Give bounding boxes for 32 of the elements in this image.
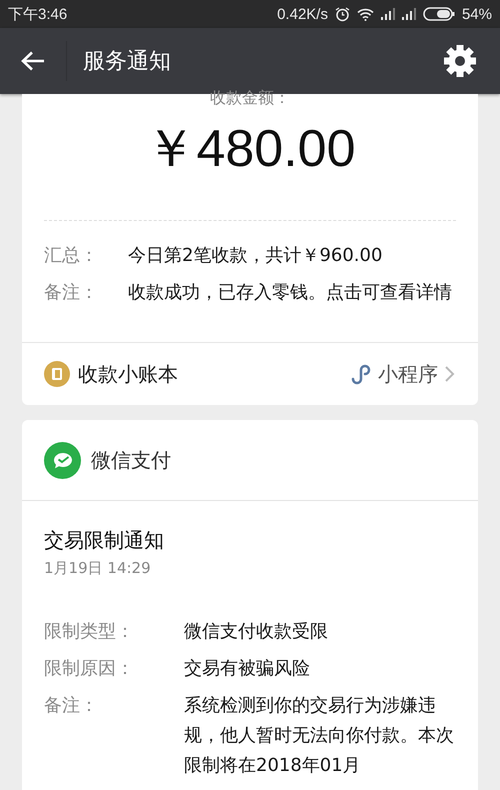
field-label: 备注：	[44, 281, 99, 305]
field-value: 今日第2笔收款，共计￥960.00	[128, 244, 384, 268]
field-value: 交易有被骗风险	[184, 657, 311, 681]
ledger-name: 收款小账本	[78, 360, 179, 388]
amount-label: 收款金额：	[210, 88, 290, 108]
amount: ￥480.00	[144, 119, 356, 180]
mini-program-link[interactable]: 小程序	[350, 360, 456, 388]
field-value: 收款成功，已存入零钱。点击可查看详情	[128, 281, 453, 305]
field-value: 微信支付收款受限	[184, 620, 329, 644]
settings-icon	[444, 45, 476, 77]
battery-level: 54%	[462, 6, 492, 22]
field-value: 系统检测到你的交易行为涉嫌违规，他人暂时无法向你付款。本次限制将在2018年01月	[184, 694, 455, 778]
ledger-icon	[44, 361, 70, 387]
field-label: 限制原因：	[44, 657, 135, 681]
wifi-icon	[356, 8, 374, 20]
signal-icon	[402, 8, 416, 20]
battery-icon	[422, 7, 455, 21]
notice-date: 1月19日 14:29	[44, 558, 152, 579]
notice-title: 交易限制通知	[44, 527, 165, 554]
field-label: 备注：	[44, 694, 99, 718]
source-name: 微信支付	[91, 446, 171, 474]
back-icon	[21, 51, 45, 71]
field-label: 汇总：	[44, 244, 99, 268]
wechat-pay-icon	[44, 442, 81, 478]
mini-program-icon	[350, 363, 372, 385]
field-label: 限制类型：	[44, 620, 135, 644]
clock: 下午3:46	[8, 4, 68, 24]
page-title: 服务通知	[83, 48, 172, 76]
network-speed: 0.42K/s	[277, 6, 328, 22]
alarm-icon	[334, 6, 350, 22]
signal-icon	[380, 8, 395, 20]
chevron-icon	[444, 365, 456, 383]
